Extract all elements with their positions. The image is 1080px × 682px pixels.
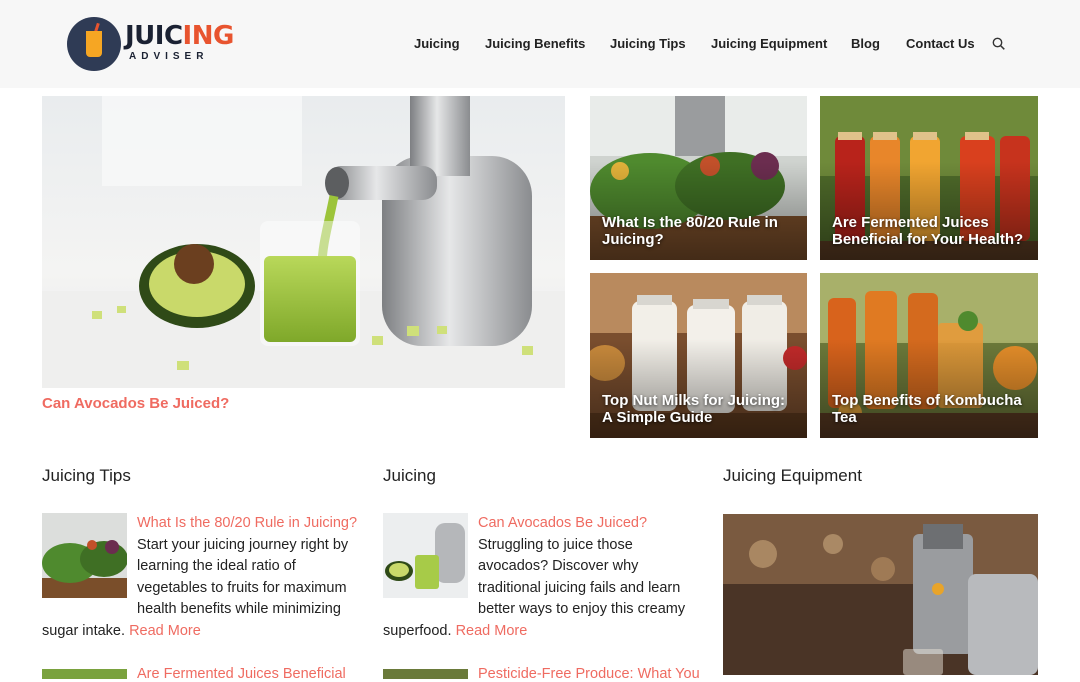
featured-tile[interactable]: Top Nut Milks for Juicing: A Simple Guid… xyxy=(590,273,807,438)
read-more-link[interactable]: Read More xyxy=(129,623,201,639)
post-title-link[interactable]: Are Fermented Juices Beneficial xyxy=(137,666,346,682)
featured-tile[interactable]: What Is the 80/20 Rule in Juicing? xyxy=(590,96,807,260)
section-title-juicing-equipment: Juicing Equipment xyxy=(723,466,862,485)
post-thumbnail[interactable] xyxy=(42,513,127,598)
nav-item-juicing-tips[interactable]: Juicing Tips xyxy=(610,36,686,51)
tile-title: What Is the 80/20 Rule in Juicing? xyxy=(602,214,778,248)
post-title-link[interactable]: Can Avocados Be Juiced? xyxy=(478,515,647,531)
section-title-juicing-tips: Juicing Tips xyxy=(42,466,131,485)
tile-title: Top Benefits of Kombucha Tea xyxy=(832,392,1022,426)
site-header: JUICING ADVISER Juicing Juicing Benefits… xyxy=(0,0,1080,88)
nav-item-blog[interactable]: Blog xyxy=(851,36,880,51)
nav-item-juicing-benefits[interactable]: Juicing Benefits xyxy=(485,36,585,51)
logo-tagline: ADVISER xyxy=(129,51,209,62)
tile-title: Top Nut Milks for Juicing: A Simple Guid… xyxy=(602,392,786,426)
juicer-kitchen-image xyxy=(723,514,1038,675)
vegetables-thumb-image xyxy=(42,513,127,598)
post-thumbnail[interactable] xyxy=(383,669,468,679)
featured-tile[interactable]: Are Fermented Juices Beneficial for Your… xyxy=(820,96,1038,260)
post-thumbnail[interactable] xyxy=(383,513,468,598)
logo-wordmark: JUICING xyxy=(125,21,234,51)
hero-image[interactable] xyxy=(42,96,565,388)
juice-glass-icon xyxy=(86,31,102,57)
section-title-juicing: Juicing xyxy=(383,466,436,485)
equipment-feature-image[interactable] xyxy=(723,514,1038,675)
hero-post-title[interactable]: Can Avocados Be Juiced? xyxy=(42,395,229,412)
site-logo[interactable]: JUICING ADVISER xyxy=(67,17,237,73)
list-item: Can Avocados Be Juiced? Struggling to ju… xyxy=(383,513,701,642)
nav-item-contact-us[interactable]: Contact Us xyxy=(906,36,975,51)
search-icon[interactable] xyxy=(992,37,1005,50)
read-more-link[interactable]: Read More xyxy=(456,623,528,639)
post-thumbnail[interactable] xyxy=(42,669,127,679)
nav-item-juicing-equipment[interactable]: Juicing Equipment xyxy=(711,36,827,51)
juicer-avocado-image xyxy=(42,96,565,388)
post-title-link[interactable]: What Is the 80/20 Rule in Juicing? xyxy=(137,515,357,531)
post-title-link[interactable]: Pesticide-Free Produce: What You xyxy=(478,666,700,682)
juicer-avocado-thumb-image xyxy=(383,513,468,598)
featured-tile[interactable]: Top Benefits of Kombucha Tea xyxy=(820,273,1038,438)
nav-item-juicing[interactable]: Juicing xyxy=(414,36,460,51)
list-item: What Is the 80/20 Rule in Juicing? Start… xyxy=(42,513,360,642)
tile-title: Are Fermented Juices Beneficial for Your… xyxy=(832,214,1024,248)
